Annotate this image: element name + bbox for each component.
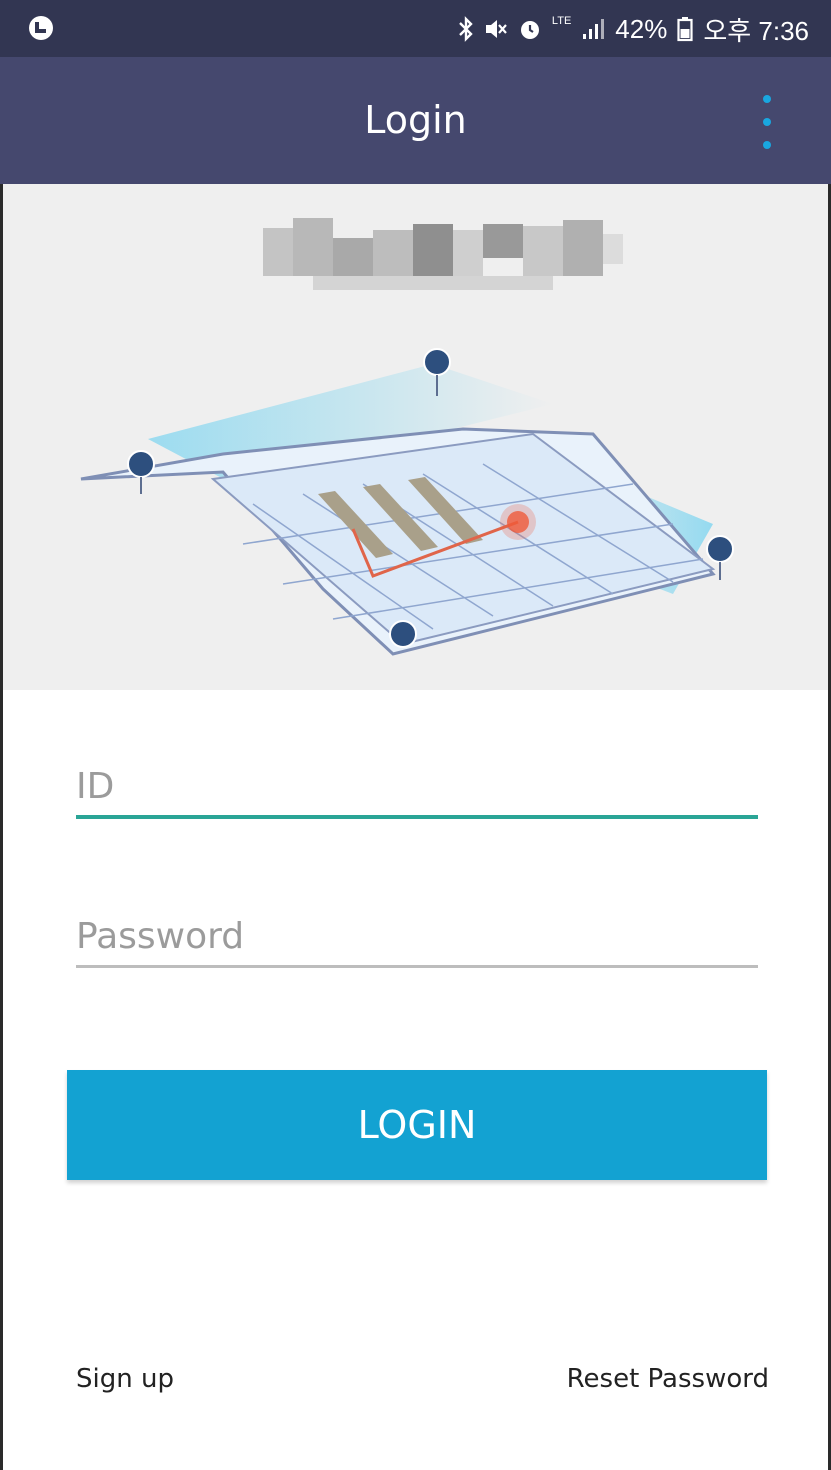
app-notification-icon: [26, 14, 56, 42]
password-input[interactable]: [76, 916, 758, 965]
app-bar: Login: [0, 57, 831, 184]
password-underline: [76, 965, 758, 968]
alarm-icon: [518, 17, 542, 41]
battery-percent: 42%: [615, 13, 668, 44]
blurred-logo: [263, 218, 623, 290]
id-underline: [76, 815, 758, 819]
bluetooth-icon: [458, 16, 474, 42]
hero-banner: [3, 184, 828, 690]
status-bar: LTE 42% 오후 7:36: [0, 0, 831, 57]
id-field[interactable]: [76, 766, 758, 819]
login-button[interactable]: LOGIN: [67, 1070, 767, 1180]
sign-up-link[interactable]: Sign up: [76, 1364, 174, 1394]
mute-icon: [484, 17, 508, 41]
clock: 오후 7:36: [703, 15, 809, 46]
password-field[interactable]: [76, 916, 758, 968]
signal-icon: [581, 17, 605, 41]
battery-icon: [677, 16, 693, 42]
indoor-map-illustration: [80, 348, 734, 656]
status-icons: LTE 42% 오후 7:36: [458, 12, 809, 46]
id-input[interactable]: [76, 766, 758, 815]
overflow-menu-icon[interactable]: [755, 95, 779, 149]
page-title: Login: [364, 98, 467, 142]
network-type: LTE: [551, 15, 572, 27]
reset-password-link[interactable]: Reset Password: [567, 1364, 769, 1394]
